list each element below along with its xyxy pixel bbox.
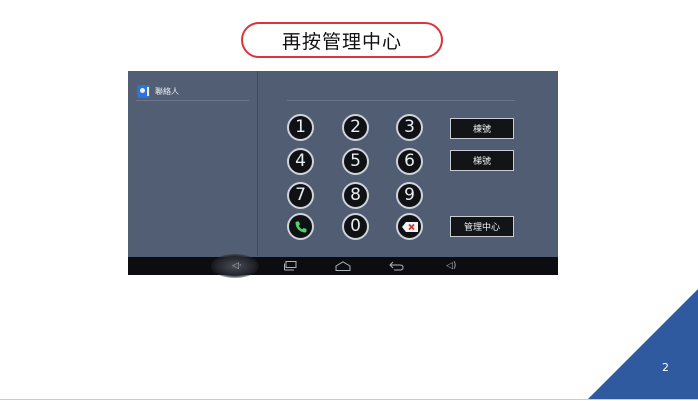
- call-button[interactable]: [287, 213, 314, 240]
- key-4[interactable]: 4: [287, 148, 314, 175]
- contacts-divider: [136, 100, 249, 101]
- recent-apps-icon[interactable]: [284, 261, 297, 271]
- phone-icon: [295, 221, 306, 232]
- key-7[interactable]: 7: [287, 182, 314, 209]
- key-0[interactable]: 0: [342, 213, 369, 240]
- intercom-screen: 聯絡人 1 2 3 4 5 6 7 8 9 0 棟號 梯號 管理中心 ◁· ◁): [128, 71, 558, 278]
- contacts-label: 聯絡人: [155, 86, 179, 96]
- management-center-button[interactable]: 管理中心: [450, 216, 514, 237]
- key-6[interactable]: 6: [396, 148, 423, 175]
- volume-down-icon[interactable]: ◁·: [232, 261, 242, 271]
- volume-up-icon[interactable]: ◁): [446, 261, 456, 271]
- key-1[interactable]: 1: [287, 114, 314, 141]
- corner-decoration: [588, 289, 698, 399]
- footer-divider: [0, 399, 698, 400]
- home-icon[interactable]: [335, 261, 351, 271]
- back-icon[interactable]: [389, 261, 404, 271]
- stair-number-button[interactable]: 梯號: [450, 150, 514, 171]
- contacts-panel: 聯絡人: [128, 71, 258, 256]
- building-number-button[interactable]: 棟號: [450, 118, 514, 139]
- key-3[interactable]: 3: [396, 114, 423, 141]
- navigation-bar: ◁· ◁): [128, 254, 558, 278]
- key-8[interactable]: 8: [342, 182, 369, 209]
- dial-input-line: [287, 100, 515, 101]
- key-9[interactable]: 9: [396, 182, 423, 209]
- delete-button[interactable]: [396, 213, 423, 240]
- key-2[interactable]: 2: [342, 114, 369, 141]
- backspace-icon: [401, 221, 418, 232]
- contacts-icon: [137, 84, 150, 98]
- slide-title: 再按管理中心: [241, 22, 443, 58]
- page-number: 2: [662, 361, 669, 374]
- key-5[interactable]: 5: [342, 148, 369, 175]
- contacts-header[interactable]: 聯絡人: [137, 82, 179, 100]
